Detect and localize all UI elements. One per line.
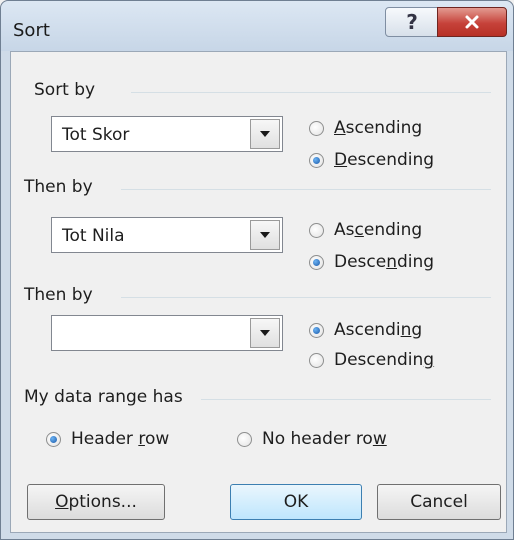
sort-by-dropdown-button[interactable] xyxy=(250,119,280,149)
then-by-1-ascending-radio[interactable]: Ascending xyxy=(309,220,422,240)
dialog-body: Sort by Tot Skor Ascending Descending Th… xyxy=(10,51,507,533)
cancel-button[interactable]: Cancel xyxy=(377,484,501,520)
chevron-down-icon xyxy=(260,131,270,137)
then-by-2-ascending-label: Ascending xyxy=(334,320,423,340)
sort-by-combo[interactable]: Tot Skor xyxy=(51,116,283,152)
options-button[interactable]: Options... xyxy=(27,484,165,520)
sort-by-value: Tot Skor xyxy=(62,125,130,145)
divider xyxy=(131,92,491,93)
sort-by-ascending-label: Ascending xyxy=(334,118,423,138)
dialog-title: Sort xyxy=(13,20,50,41)
no-header-row-label: No header row xyxy=(262,429,387,449)
sort-by-descending-label: Descending xyxy=(334,150,435,170)
title-bar: Sort ? xyxy=(1,1,513,51)
radio-icon xyxy=(309,120,324,136)
then-by-2-combo[interactable] xyxy=(51,315,283,351)
then-by-1-combo[interactable]: Tot Nila xyxy=(51,217,283,253)
then-by-2-ascending-radio[interactable]: Ascending xyxy=(309,320,422,340)
divider xyxy=(201,399,491,400)
help-icon: ? xyxy=(406,10,418,34)
radio-selected-icon xyxy=(309,152,324,168)
then-by-1-label: Then by xyxy=(24,177,101,197)
header-row-radio[interactable]: Header row xyxy=(46,429,169,449)
chevron-down-icon xyxy=(260,330,270,336)
header-row-label: Header row xyxy=(71,429,170,449)
then-by-1-dropdown-button[interactable] xyxy=(250,220,280,250)
close-icon xyxy=(465,15,479,29)
radio-selected-icon xyxy=(309,254,324,270)
ok-button[interactable]: OK xyxy=(230,484,362,520)
sort-by-descending-radio[interactable]: Descending xyxy=(309,150,434,170)
options-button-label: Options... xyxy=(55,492,137,512)
sort-dialog: Sort ? Sort by Tot Skor Ascending Descen… xyxy=(0,0,514,540)
divider xyxy=(121,297,491,298)
then-by-2-label: Then by xyxy=(24,285,101,305)
then-by-1-value: Tot Nila xyxy=(62,226,125,246)
then-by-1-ascending-label: Ascending xyxy=(334,220,423,240)
then-by-1-descending-label: Descending xyxy=(334,252,435,272)
chevron-down-icon xyxy=(260,232,270,238)
then-by-2-descending-label: Descending xyxy=(334,350,435,370)
help-button[interactable]: ? xyxy=(385,7,439,37)
radio-icon xyxy=(309,222,324,238)
then-by-2-dropdown-button[interactable] xyxy=(250,318,280,348)
divider xyxy=(121,189,491,190)
cancel-button-label: Cancel xyxy=(410,492,468,512)
no-header-row-radio[interactable]: No header row xyxy=(237,429,387,449)
data-range-label: My data range has xyxy=(24,387,191,407)
radio-icon xyxy=(237,431,252,447)
then-by-1-descending-radio[interactable]: Descending xyxy=(309,252,434,272)
sort-by-label: Sort by xyxy=(34,80,104,100)
radio-selected-icon xyxy=(309,322,324,338)
close-button[interactable] xyxy=(437,7,507,37)
sort-by-ascending-radio[interactable]: Ascending xyxy=(309,118,422,138)
then-by-2-descending-radio[interactable]: Descending xyxy=(309,350,434,370)
radio-selected-icon xyxy=(46,431,61,447)
ok-button-label: OK xyxy=(283,492,309,512)
radio-icon xyxy=(309,352,324,368)
